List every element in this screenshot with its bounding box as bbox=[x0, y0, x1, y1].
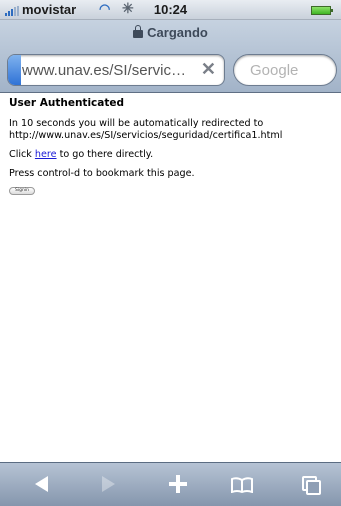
signin-button[interactable]: Signin bbox=[9, 187, 35, 195]
click-suffix: to go there directly. bbox=[56, 149, 154, 160]
back-icon bbox=[35, 476, 48, 492]
clear-icon[interactable]: ✕ bbox=[201, 59, 216, 80]
click-message: Click here to go there directly. bbox=[9, 149, 337, 161]
url-text[interactable]: www.unav.es/SI/servic… bbox=[22, 62, 198, 79]
page-heading: User Authenticated bbox=[9, 97, 125, 109]
add-button[interactable] bbox=[158, 463, 198, 506]
pages-button[interactable] bbox=[290, 463, 330, 506]
search-placeholder: Google bbox=[250, 62, 299, 79]
back-button[interactable] bbox=[22, 463, 62, 506]
page-title: Cargando bbox=[0, 25, 341, 40]
url-field[interactable]: www.unav.es/SI/servic… ✕ bbox=[7, 54, 225, 86]
bookmark-message: Press control-d to bookmark this page. bbox=[9, 168, 195, 179]
search-field[interactable]: Google bbox=[233, 54, 337, 86]
page-title-text: Cargando bbox=[147, 25, 208, 40]
bookmarks-button[interactable] bbox=[222, 463, 262, 506]
forward-button[interactable] bbox=[88, 463, 128, 506]
load-progress-bar bbox=[8, 55, 21, 85]
bookmarks-icon bbox=[231, 477, 253, 493]
bottom-toolbar bbox=[0, 462, 341, 506]
lock-icon bbox=[133, 25, 144, 38]
redirect-message: In 10 seconds you will be automatically … bbox=[9, 118, 337, 142]
redirect-url: http://www.unav.es/SI/servicios/segurida… bbox=[9, 130, 283, 141]
status-bar: movistar ◠ ✳ 10:24 bbox=[0, 0, 341, 20]
pages-icon bbox=[302, 476, 321, 495]
browser-navbar: Cargando www.unav.es/SI/servic… ✕ Google bbox=[0, 20, 341, 93]
clock: 10:24 bbox=[153, 2, 188, 17]
here-link[interactable]: here bbox=[35, 149, 57, 160]
redirect-line-1: In 10 seconds you will be automatically … bbox=[9, 118, 264, 129]
click-prefix: Click bbox=[9, 149, 35, 160]
add-icon bbox=[169, 475, 187, 493]
forward-icon bbox=[102, 476, 115, 492]
battery-icon bbox=[311, 6, 333, 15]
page-content: User Authenticated In 10 seconds you wil… bbox=[9, 97, 337, 195]
